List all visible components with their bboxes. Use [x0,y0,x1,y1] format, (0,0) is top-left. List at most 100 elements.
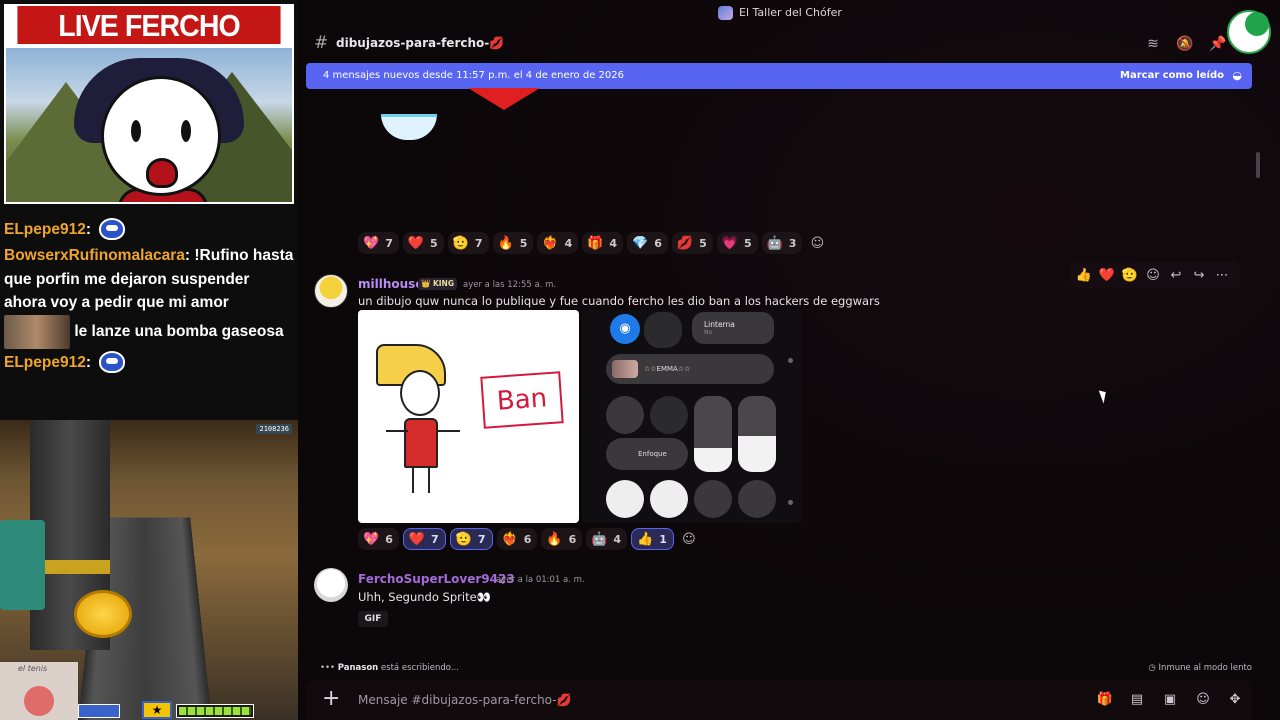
reaction-chip[interactable]: 🤖 3 [761,232,803,254]
avatar-eye [131,120,141,142]
focus-tile: Enfoque [606,438,688,470]
mark-as-read-button[interactable]: Marcar como leído [1120,70,1224,81]
chat-username: ELpepe912 [4,353,86,371]
drawing-dress [404,418,438,468]
reaction-count: 4 [613,532,622,546]
salute-icon[interactable]: 🫡 [1120,268,1140,283]
reaction-chip[interactable]: 🎁 4 [582,232,624,254]
chat-line: ELpepe912: [4,216,294,244]
emoji-icon[interactable]: ☺ [1194,692,1212,708]
reaction-chip[interactable]: 🔥 6 [541,528,583,550]
reaction-emoji-icon: 👍 [637,531,654,547]
attachment-drawing[interactable]: Ban [358,310,579,523]
reaction-count: 7 [474,236,483,250]
reaction-emoji-icon: 💗 [721,235,738,251]
reaction-chip[interactable]: 🔥 5 [492,232,534,254]
chat-line: ELpepe912: [4,349,294,377]
dot-indicator [788,500,793,505]
focus-label: Enfoque [638,450,667,458]
reaction-chip[interactable]: ❤️‍🔥 6 [496,528,538,550]
sticker-icon[interactable]: ▣ [1161,692,1179,708]
new-messages-banner[interactable]: 4 mensajes nuevos desde 11:57 p.m. el 4 … [306,63,1252,89]
reaction-emoji-icon: ❤️‍🔥 [501,531,518,547]
reaction-bar: 💖 7 ❤️ 5 🫡 7 🔥 5 ❤️‍🔥 4 🎁 4 💎 6 💋 5 💗 5 🤖 3 ☺ [358,232,828,254]
reaction-chip[interactable]: 💗 5 [716,232,758,254]
message-content: Uhh, Segundo Sprite👀 [358,590,491,604]
channel-header: # dibujazos-para-fercho-💋 ≋ 🔕 📌 [298,30,1280,58]
message-author[interactable]: FerchoSuperLover9423 [358,572,515,586]
heart-icon[interactable]: ❤️ [1097,268,1117,283]
mouse-cursor-icon [1098,388,1110,404]
slowmode-indicator: ◷ Inmune al modo lento [1148,663,1252,673]
powerup-meter [176,704,254,718]
reaction-count: 5 [519,236,528,250]
title-bar: El Taller del Chófer [298,0,1280,26]
reaction-chip[interactable]: ❤️ 7 [402,528,446,550]
add-reaction-icon[interactable]: ☺ [1143,268,1163,283]
message-timestamp: ayer a las 12:55 a. m. [463,280,557,290]
brightness-slider [694,396,732,472]
attachment-control-center-screenshot[interactable]: ◉ Linterna No ☆☆EMMA☆☆ Enfoque [582,310,802,523]
server-icon [718,6,733,20]
profile-avatar[interactable] [1227,10,1271,54]
reaction-emoji-icon: ❤️ [408,531,426,547]
stream-title: LIVE FERCHO REACTION [17,6,281,83]
reaction-count: 7 [385,236,393,250]
mute-bell-icon[interactable]: 🔕 [1176,36,1194,52]
more-icon[interactable]: ⋯ [1212,268,1232,283]
reaction-emoji-icon: 🔥 [497,235,514,251]
reaction-bar: 💖 6 ❤️ 7 🫡 7 ❤️‍🔥 6 🔥 6 🤖 4 👍 1 ☺ [358,528,700,550]
forward-icon[interactable]: ↪ [1189,268,1209,283]
lock-rotation-icon [606,396,644,434]
reaction-chip[interactable]: ❤️ 5 [402,232,444,254]
reaction-chip[interactable]: 💋 5 [671,232,713,254]
reaction-count: 6 [523,532,532,546]
drawing-arm [386,430,408,432]
previous-drawing-image[interactable] [358,88,618,158]
reaction-chip[interactable]: 💎 6 [627,232,668,254]
reaction-count: 6 [385,532,393,546]
star-icon: ★ [142,701,172,719]
shazam-icon [694,480,732,518]
threads-icon[interactable]: ≋ [1144,36,1162,52]
reaction-emoji-icon: 🫡 [455,531,472,547]
reaction-chip[interactable]: 💖 7 [358,232,399,254]
media-title: ☆☆EMMA☆☆ [644,365,691,373]
gift-icon[interactable]: 🎁 [1096,692,1114,708]
gameplay-footage: 2108236 ★ el tenis [0,420,298,720]
user-avatar[interactable] [314,568,348,602]
reaction-chip[interactable]: 🫡 7 [447,232,489,254]
reaction-chip[interactable]: 🤖 4 [586,528,628,550]
chat-username: BowserxRufinomalacara [4,247,185,264]
scrollbar-thumb[interactable] [1256,152,1260,178]
reaction-chip[interactable]: 💖 6 [358,528,399,550]
apps-icon[interactable]: ✥ [1226,692,1244,708]
reaction-emoji-icon: 💖 [363,235,380,251]
add-reaction-icon[interactable]: ☺ [678,528,700,550]
user-avatar[interactable] [314,274,348,308]
chat-username: ELpepe912 [4,221,86,239]
reply-icon[interactable]: ↩ [1166,268,1186,283]
reaction-emoji-icon: 💖 [363,531,380,547]
plus-icon[interactable]: + [322,686,340,711]
add-reaction-icon[interactable]: ☺ [806,232,828,254]
reaction-emoji-icon: 🤖 [591,531,608,547]
flashlight-status: No [704,329,713,336]
reaction-chip[interactable]: ❤️‍🔥 4 [537,232,579,254]
gif-icon[interactable]: ▤ [1128,692,1146,708]
reaction-chip[interactable]: 👍 1 [631,528,674,550]
reaction-count: 4 [564,236,573,250]
message-author[interactable]: millhouse [358,277,423,291]
thumbs-up-icon[interactable]: 👍 [1074,268,1094,283]
message-timestamp: ayer a la 01:01 a. m. [496,575,585,585]
pin-icon[interactable]: 📌 [1209,36,1227,52]
slowmode-text: Inmune al modo lento [1158,663,1252,673]
reaction-count: 5 [430,236,438,250]
message-input[interactable]: Mensaje #dibujazos-para-fercho-💋 [358,693,572,707]
dark-mode-icon [606,480,644,518]
reaction-chip[interactable]: 🫡 7 [449,528,493,550]
mark-read-icon[interactable]: ◒ [1232,69,1242,82]
message-composer: + Mensaje #dibujazos-para-fercho-💋 🎁 ▤ ▣… [306,680,1252,720]
gif-badge[interactable]: GIF [358,611,388,627]
reaction-emoji-icon: 💎 [632,235,649,251]
